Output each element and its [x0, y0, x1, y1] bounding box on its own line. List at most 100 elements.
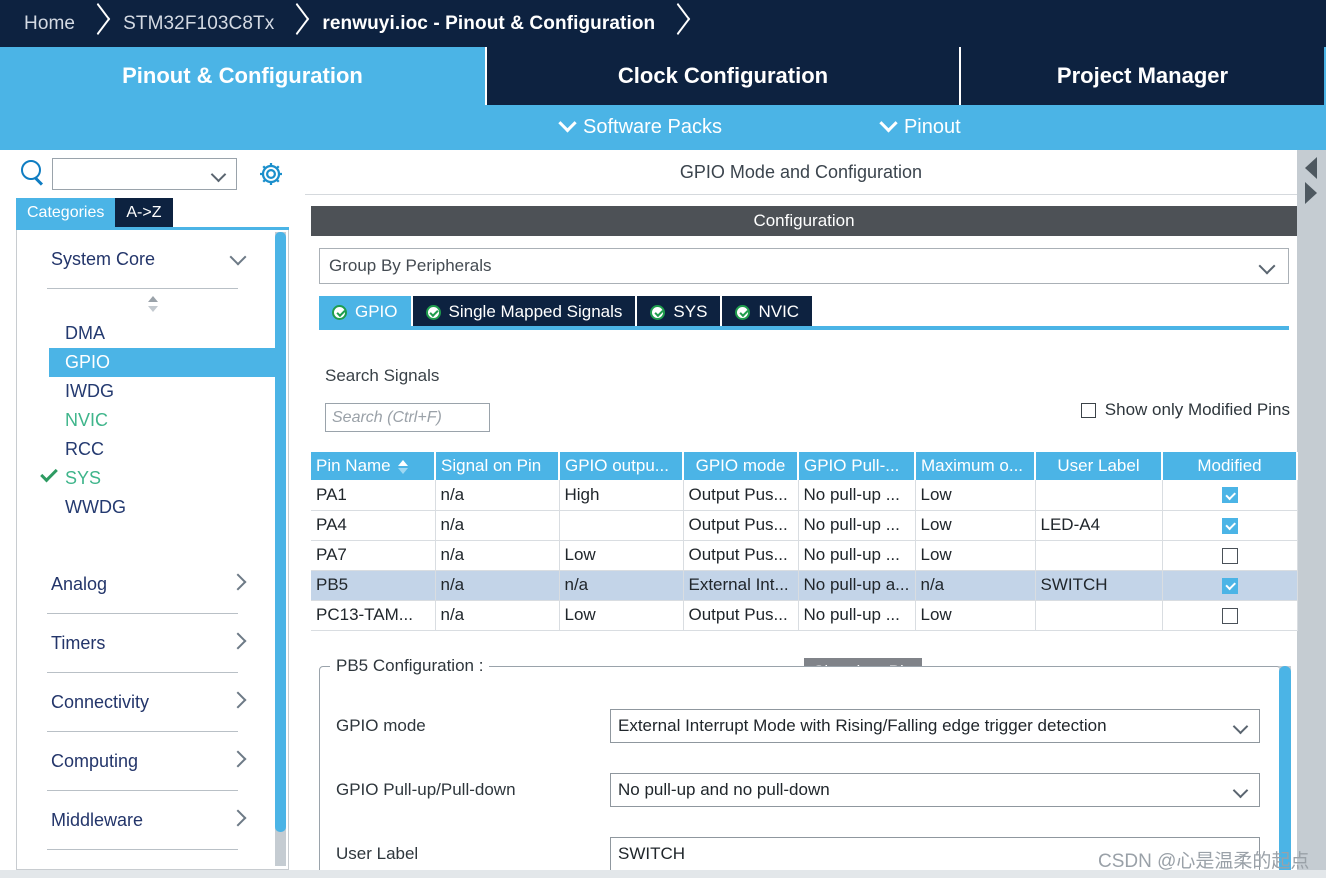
pin-configuration-table: Pin Name Signal on Pin GPIO outpu... GPI… [311, 452, 1298, 631]
panel-collapse-strip[interactable] [1297, 150, 1326, 878]
breadcrumb-item-home[interactable]: Home [0, 13, 79, 35]
gpio-mode-row: GPIO mode External Interrupt Mode with R… [320, 709, 1282, 743]
column-header-signal-on-pin[interactable]: Signal on Pin [435, 452, 560, 480]
gear-icon[interactable] [256, 159, 286, 189]
sidebar-tab-categories[interactable]: Categories [16, 198, 116, 227]
subtab-software-packs[interactable]: Software Packs [551, 114, 732, 139]
sub-tab-bar: Software Packs Pinout [0, 105, 1326, 150]
bottom-strip [0, 870, 1326, 878]
chevron-down-icon [879, 114, 898, 133]
cell-gpio-pull: No pull-up ... [798, 510, 916, 541]
sidebar-view-tabs: Categories A->Z [16, 198, 173, 227]
sidebar-group-system-core[interactable]: System Core [17, 230, 288, 288]
chevron-right-icon [229, 632, 247, 650]
cell-maximum-output: n/a [915, 570, 1036, 601]
cell-pin-name: PC13-TAM... [311, 600, 436, 631]
column-header-user-label[interactable]: User Label [1035, 452, 1163, 480]
sidebar-item-wwdg[interactable]: WWDG [17, 493, 288, 522]
sidebar-item-sys[interactable]: SYS [17, 464, 288, 493]
cell-maximum-output: Low [915, 510, 1036, 541]
sidebar-group-label: System Core [51, 248, 156, 269]
column-header-gpio-output[interactable]: GPIO outpu... [559, 452, 684, 480]
sidebar-item-gpio[interactable]: GPIO [49, 348, 275, 377]
cell-gpio-mode: External Int... [683, 570, 799, 601]
tab-pinout-configuration[interactable]: Pinout & Configuration [0, 47, 487, 105]
pin-configuration-legend: PB5 Configuration : [330, 656, 490, 676]
cell-gpio-pull: No pull-up ... [798, 480, 916, 511]
sidebar-item-label: RCC [65, 439, 104, 459]
cell-modified[interactable] [1162, 510, 1298, 541]
chevron-down-icon [1258, 257, 1276, 275]
column-header-modified[interactable]: Modified [1162, 452, 1298, 480]
column-header-maximum-output[interactable]: Maximum o... [915, 452, 1036, 480]
breadcrumb-item-mcu[interactable]: STM32F103C8Tx [119, 13, 278, 35]
subtab-pinout[interactable]: Pinout [872, 114, 971, 139]
tab-nvic[interactable]: NVIC [722, 296, 815, 328]
tab-sys[interactable]: SYS [637, 296, 723, 328]
table-row[interactable]: PA1 n/a High Output Pus... No pull-up ..… [311, 480, 1298, 511]
cell-modified[interactable] [1162, 540, 1298, 571]
cell-modified[interactable] [1162, 570, 1298, 601]
checkbox-checked-icon [1221, 517, 1238, 534]
checkbox-checked-icon [1221, 487, 1238, 504]
table-row[interactable]: PA7 n/a Low Output Pus... No pull-up ...… [311, 540, 1298, 571]
cell-gpio-pull: No pull-up a... [798, 570, 916, 601]
tab-nvic-label: NVIC [758, 302, 800, 321]
chevron-down-icon [229, 248, 247, 266]
arrow-right-icon[interactable] [1305, 182, 1317, 204]
group-by-value: Group By Peripherals [329, 256, 492, 275]
gpio-pull-select[interactable]: No pull-up and no pull-down [610, 773, 1260, 807]
user-label-label: User Label [336, 844, 419, 863]
sidebar-sort-arrows-icon[interactable] [17, 289, 288, 319]
column-header-gpio-mode[interactable]: GPIO mode [683, 452, 799, 480]
sidebar-item-nvic[interactable]: NVIC [17, 406, 288, 435]
peripheral-tab-bar: GPIO Single Mapped Signals SYS NVIC [319, 296, 815, 328]
sidebar-group-timers[interactable]: Timers [17, 614, 288, 672]
divider [47, 849, 238, 850]
cell-gpio-output: n/a [559, 570, 684, 601]
cell-modified[interactable] [1162, 600, 1298, 631]
cell-pin-name: PB5 [311, 570, 436, 601]
column-header-gpio-pull[interactable]: GPIO Pull-... [798, 452, 916, 480]
sidebar-group-computing[interactable]: Computing [17, 732, 288, 790]
chevron-down-icon [210, 166, 227, 183]
show-only-modified-pins-checkbox[interactable]: Show only Modified Pins [1080, 400, 1290, 420]
search-signals-input[interactable]: Search (Ctrl+F) [325, 403, 490, 432]
table-row[interactable]: PB5 n/a n/a External Int... No pull-up a… [311, 570, 1298, 601]
cell-signal-on-pin: n/a [435, 510, 560, 541]
sidebar-group-analog[interactable]: Analog [17, 555, 288, 613]
tab-project-manager[interactable]: Project Manager [961, 47, 1324, 105]
tab-sys-label: SYS [673, 302, 708, 321]
breadcrumb: Home STM32F103C8Tx renwuyi.ioc - Pinout … [0, 0, 1326, 47]
check-circle-icon [425, 304, 441, 320]
sidebar-category-list: System Core DMA GPIO IWDG NVIC RCC SYS W… [16, 230, 289, 870]
cell-gpio-mode: Output Pus... [683, 480, 799, 511]
cell-maximum-output: Low [915, 480, 1036, 511]
cell-modified[interactable] [1162, 480, 1298, 511]
tab-single-mapped-signals[interactable]: Single Mapped Signals [412, 296, 638, 328]
tab-gpio[interactable]: GPIO [319, 296, 413, 328]
sidebar-search-combo[interactable] [52, 158, 237, 190]
sidebar-item-dma[interactable]: DMA [17, 319, 288, 348]
checkbox-unchecked-icon [1221, 607, 1238, 624]
chevron-down-icon [1232, 782, 1249, 799]
sidebar-item-label: SYS [65, 468, 102, 488]
sidebar-group-connectivity[interactable]: Connectivity [17, 673, 288, 731]
sidebar-item-iwdg[interactable]: IWDG [17, 377, 288, 406]
sort-arrows-icon[interactable] [397, 459, 409, 475]
sidebar-item-rcc[interactable]: RCC [17, 435, 288, 464]
gpio-mode-select[interactable]: External Interrupt Mode with Rising/Fall… [610, 709, 1260, 743]
checkbox-unchecked-icon [1221, 547, 1238, 564]
sidebar-tab-az[interactable]: A->Z [115, 198, 173, 227]
search-icon[interactable] [16, 157, 50, 191]
tab-clock-configuration[interactable]: Clock Configuration [487, 47, 961, 105]
cell-gpio-mode: Output Pus... [683, 510, 799, 541]
sidebar-group-middleware[interactable]: Middleware [17, 791, 288, 849]
sidebar-group-label: Timers [51, 632, 106, 653]
arrow-left-icon[interactable] [1305, 157, 1317, 179]
group-by-select[interactable]: Group By Peripherals [319, 248, 1289, 284]
table-row[interactable]: PA4 n/a Output Pus... No pull-up ... Low… [311, 510, 1298, 541]
column-header-pin-name[interactable]: Pin Name [311, 452, 436, 480]
panel-title: GPIO Mode and Configuration [305, 150, 1297, 195]
table-row[interactable]: PC13-TAM... n/a Low Output Pus... No pul… [311, 600, 1298, 631]
